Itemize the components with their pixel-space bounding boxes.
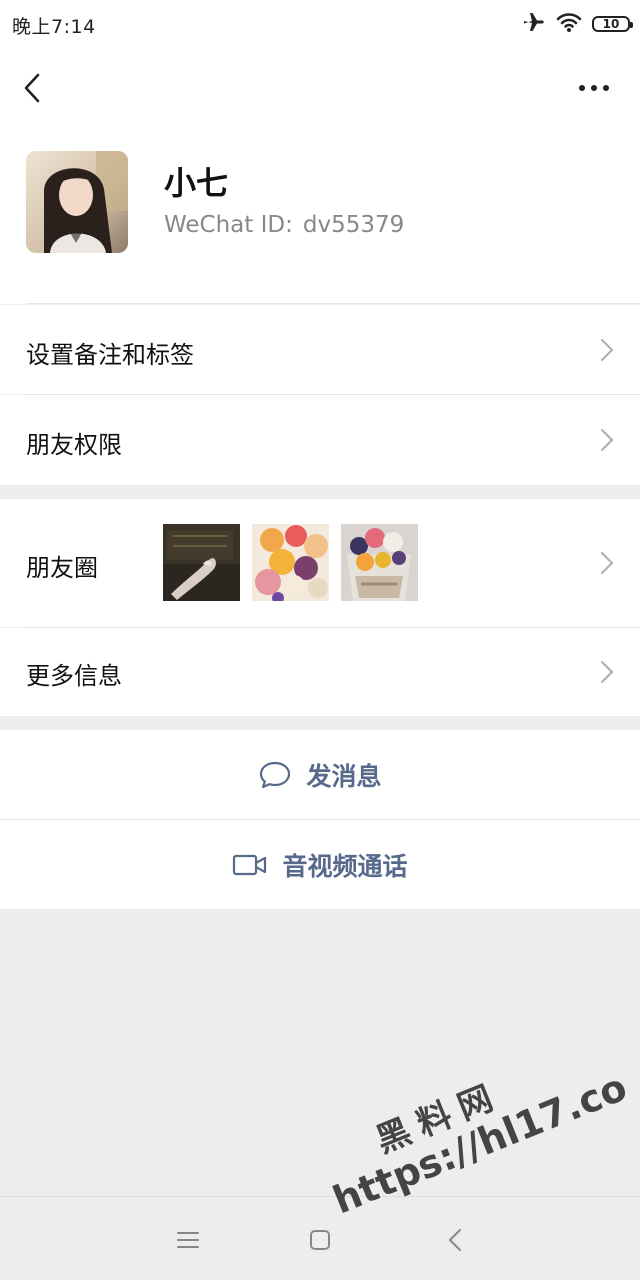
divider (26, 303, 640, 304)
home-button[interactable] (305, 1225, 335, 1255)
send-message-button[interactable]: 发消息 (0, 730, 640, 819)
send-message-label: 发消息 (306, 761, 382, 791)
watermark: 黑料网 https://hl17.co (310, 1023, 633, 1223)
chevron-right-icon (600, 338, 614, 362)
chevron-left-icon (449, 1229, 461, 1251)
status-bar: 晚上7:14 10 (0, 0, 640, 48)
moments-thumbnail (341, 524, 418, 601)
chat-bubble-icon (260, 761, 291, 788)
watermark-title: 黑料网 (370, 1074, 508, 1162)
chevron-right-icon (600, 428, 614, 452)
status-time: 晚上7:14 (12, 16, 96, 38)
battery-level: 10 (602, 17, 620, 31)
row-more-info[interactable]: 更多信息 (0, 628, 640, 716)
chevron-left-icon (24, 73, 40, 103)
more-options-button[interactable] (572, 68, 616, 108)
chevron-right-icon (600, 551, 614, 575)
wechat-id-value: dv55379 (302, 212, 405, 238)
wechat-id: WeChat ID: dv55379 (164, 212, 404, 238)
video-call-label: 音视频通话 (282, 851, 408, 881)
avatar[interactable] (26, 151, 128, 253)
airplane-mode-icon (522, 10, 546, 38)
more-dots-icon (579, 85, 609, 91)
status-icons: 10 (522, 10, 633, 38)
menu-lines-icon (177, 1232, 199, 1248)
back-button[interactable] (16, 68, 48, 108)
row-friend-permissions-label: 朋友权限 (26, 431, 122, 459)
battery-icon: 10 (592, 16, 633, 32)
chevron-right-icon (600, 660, 614, 684)
row-remarks-tags-label: 设置备注和标签 (26, 341, 194, 369)
row-remarks-tags[interactable]: 设置备注和标签 (0, 305, 640, 395)
moments-thumbnails (163, 524, 418, 601)
top-bar (0, 48, 640, 128)
wifi-icon (556, 11, 582, 37)
recent-apps-button[interactable] (173, 1225, 203, 1255)
wechat-id-label: WeChat ID: (164, 212, 293, 238)
row-more-info-label: 更多信息 (26, 662, 122, 690)
video-camera-icon (233, 854, 267, 875)
row-moments-label: 朋友圈 (26, 554, 98, 582)
system-back-button[interactable] (440, 1225, 470, 1255)
moments-thumbnail (252, 524, 329, 601)
contact-profile-screen: 晚上7:14 10 小七 WeChat ID: dv55379 设置备注和标签 … (0, 0, 640, 1280)
moments-thumbnail (163, 524, 240, 601)
profile-card: 小七 WeChat ID: dv55379 (0, 128, 640, 304)
row-friend-permissions[interactable]: 朋友权限 (0, 395, 640, 485)
square-icon (310, 1230, 330, 1250)
video-call-button[interactable]: 音视频通话 (0, 820, 640, 909)
row-moments[interactable]: 朋友圈 (0, 499, 640, 628)
contact-name: 小七 (164, 164, 229, 202)
system-nav-bar (0, 1196, 640, 1280)
